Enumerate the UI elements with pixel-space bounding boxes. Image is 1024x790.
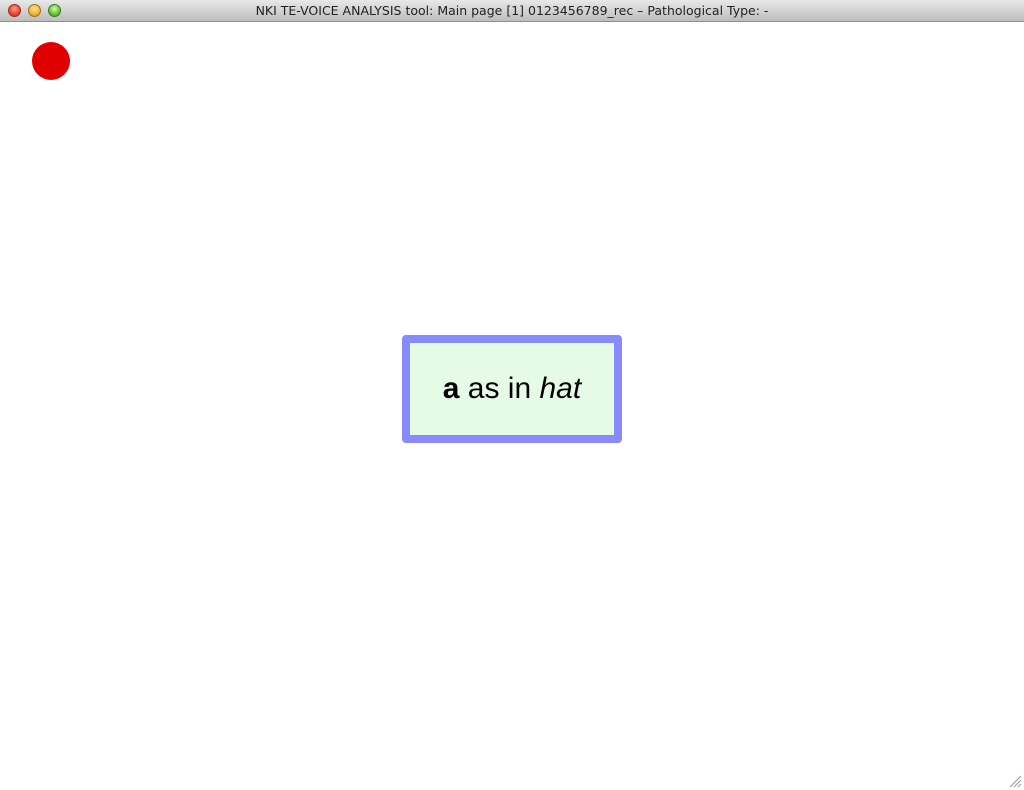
prompt-vowel: a — [442, 372, 460, 405]
app-window: NKI TE-VOICE ANALYSIS tool: Main page [1… — [0, 0, 1024, 790]
vowel-prompt-text: a as in hat — [443, 372, 581, 406]
prompt-connector: as in — [459, 372, 540, 405]
vowel-prompt-card: a as in hat — [402, 335, 622, 443]
title-bar[interactable]: NKI TE-VOICE ANALYSIS tool: Main page [1… — [0, 0, 1024, 22]
record-dot-icon — [32, 42, 70, 80]
resize-grip-icon[interactable] — [1008, 774, 1022, 788]
prompt-example-word: hat — [539, 372, 582, 405]
window-title: NKI TE-VOICE ANALYSIS tool: Main page [1… — [255, 3, 769, 18]
